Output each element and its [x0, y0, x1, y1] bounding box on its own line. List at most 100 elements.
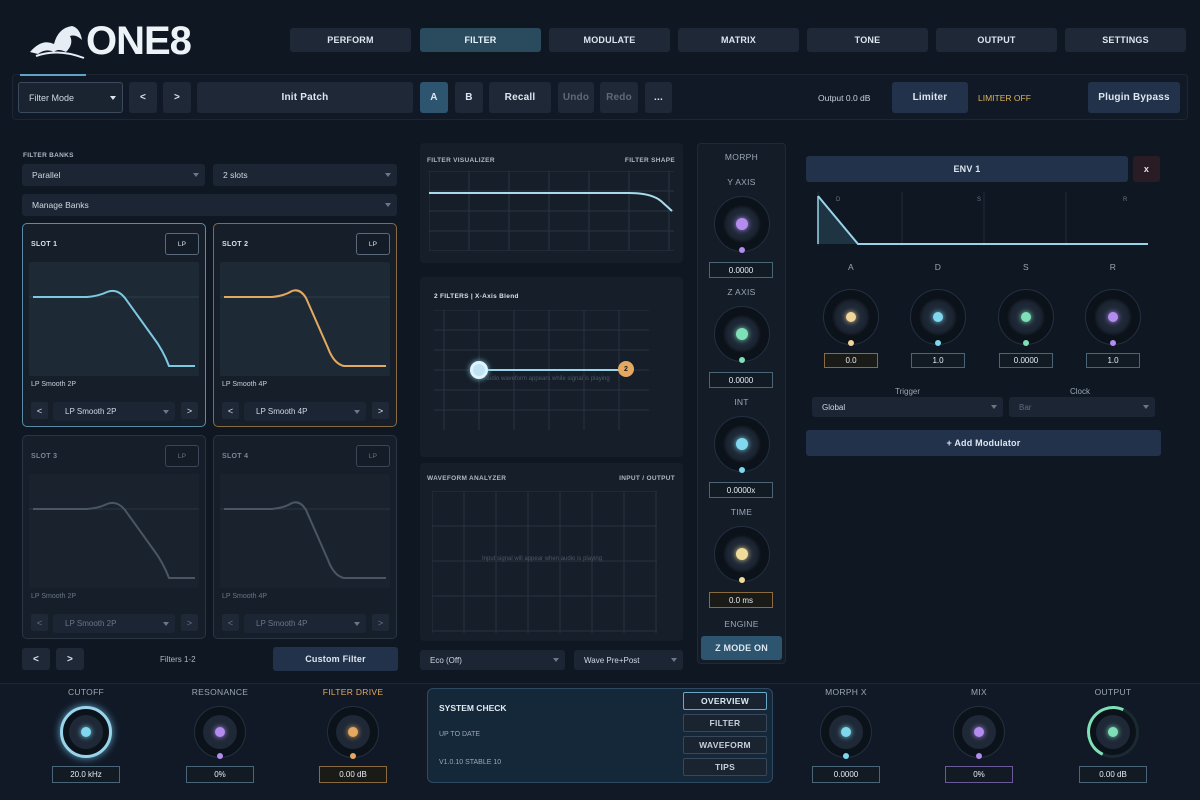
slot-next-button[interactable]: >: [181, 402, 198, 419]
slots-count-select[interactable]: 2 slots: [213, 164, 397, 186]
chevron-down-icon: [385, 173, 391, 177]
patch-name-button[interactable]: Init Patch: [197, 82, 413, 113]
output-value[interactable]: 0.00 dB: [1079, 766, 1147, 783]
output-knob[interactable]: [1079, 698, 1147, 766]
env-sustain-label: S: [1023, 262, 1029, 272]
tab-modulate[interactable]: MODULATE: [549, 28, 670, 52]
filter-slot-4[interactable]: SLOT 4 LP LP Smooth 4P < LP Smooth 4P >: [213, 435, 397, 639]
cutoff-knob[interactable]: [60, 706, 112, 758]
slot-type-button[interactable]: LP: [356, 445, 390, 467]
filter-mode-select[interactable]: Filter Mode: [18, 82, 123, 113]
slot-prev-button[interactable]: <: [222, 614, 239, 631]
tab-matrix[interactable]: MATRIX: [678, 28, 799, 52]
int-value[interactable]: 0.0000x: [709, 482, 773, 498]
bank-prev-button[interactable]: <: [22, 648, 50, 670]
tab-perform[interactable]: PERFORM: [290, 28, 411, 52]
z-axis-knob[interactable]: [714, 306, 770, 363]
ab-b-button[interactable]: B: [455, 82, 483, 113]
env-decay-value[interactable]: 1.0: [911, 353, 965, 368]
resonance-label: RESONANCE: [191, 687, 249, 697]
tab-settings[interactable]: SETTINGS: [1065, 28, 1186, 52]
system-check-title: SYSTEM CHECK: [439, 703, 507, 713]
tab-output[interactable]: OUTPUT: [936, 28, 1057, 52]
env-release-value[interactable]: 1.0: [1086, 353, 1140, 368]
slot-filter-select[interactable]: LP Smooth 2P: [53, 402, 175, 421]
tips-button[interactable]: TIPS: [683, 758, 767, 776]
z-mode-button[interactable]: Z MODE ON: [701, 636, 782, 660]
env-header[interactable]: ENV 1: [806, 156, 1128, 182]
routing-select[interactable]: Parallel: [22, 164, 205, 186]
manage-banks-select[interactable]: Manage Banks: [22, 194, 397, 216]
slot-prev-button[interactable]: <: [31, 402, 48, 419]
filter-slot-1[interactable]: SLOT 1 LP LP Smooth 2P < LP Smooth 2P >: [22, 223, 206, 427]
limiter-button[interactable]: Limiter: [892, 82, 968, 113]
env-sustain-value[interactable]: 0.0000: [999, 353, 1053, 368]
mix-knob[interactable]: [953, 706, 1005, 759]
wave-select[interactable]: Wave Pre+Post: [574, 650, 683, 670]
filter-info-button[interactable]: FILTER: [683, 714, 767, 732]
waveform-hint: Input signal will appear when audio is p…: [482, 556, 603, 562]
env-attack-knob[interactable]: [823, 289, 879, 346]
cutoff-value[interactable]: 20.0 kHz: [52, 766, 120, 783]
time-value[interactable]: 0.0 ms: [709, 592, 773, 608]
patch-next-button[interactable]: >: [163, 82, 191, 113]
slot-type-button[interactable]: LP: [356, 233, 390, 255]
slot-next-button[interactable]: >: [181, 614, 198, 631]
slot-type-button[interactable]: LP: [165, 233, 199, 255]
trigger-label: Trigger: [895, 387, 921, 396]
recall-button[interactable]: Recall: [489, 82, 551, 113]
overview-button[interactable]: OVERVIEW: [683, 692, 767, 710]
mix-value[interactable]: 0%: [945, 766, 1013, 783]
redo-button[interactable]: Redo: [600, 82, 638, 113]
waveform-info-button[interactable]: WAVEFORM: [683, 736, 767, 754]
env-decay-knob[interactable]: [910, 289, 966, 346]
slot-filter-select[interactable]: LP Smooth 4P: [244, 614, 366, 633]
slot-1-curve: [29, 262, 199, 376]
morph-x-knob[interactable]: [820, 706, 872, 759]
env-close-button[interactable]: x: [1133, 156, 1160, 182]
morph-x-value[interactable]: 0.0000: [812, 766, 880, 783]
resonance-knob[interactable]: [194, 706, 246, 759]
output-label: OUTPUT: [1094, 687, 1132, 697]
blend-node-2[interactable]: 2: [618, 361, 634, 377]
custom-filter-button[interactable]: Custom Filter: [273, 647, 398, 671]
slot-2-curve: [220, 262, 390, 376]
y-axis-value[interactable]: 0.0000: [709, 262, 773, 278]
int-knob[interactable]: [714, 416, 770, 473]
z-axis-value[interactable]: 0.0000: [709, 372, 773, 388]
time-knob[interactable]: [714, 526, 770, 583]
slot-next-button[interactable]: >: [372, 614, 389, 631]
slot-type-button[interactable]: LP: [165, 445, 199, 467]
env-attack-value[interactable]: 0.0: [824, 353, 878, 368]
slot-next-button[interactable]: >: [372, 402, 389, 419]
y-axis-knob[interactable]: [714, 196, 770, 253]
env-release-knob[interactable]: [1085, 289, 1141, 346]
tab-filter[interactable]: FILTER: [420, 28, 541, 52]
slot-prev-button[interactable]: <: [222, 402, 239, 419]
output-level: Output 0.0 dB: [818, 93, 871, 103]
resonance-value[interactable]: 0%: [186, 766, 254, 783]
undo-button[interactable]: Undo: [558, 82, 594, 113]
slot-filter-select[interactable]: LP Smooth 2P: [53, 614, 175, 633]
filter-blend-panel[interactable]: 2 FILTERS | X-Axis Blend 2 Audio wavefor…: [420, 277, 683, 457]
filter-slot-2[interactable]: SLOT 2 LP LP Smooth 4P < LP Smooth 4P >: [213, 223, 397, 427]
slot-prev-button[interactable]: <: [31, 614, 48, 631]
bank-next-button[interactable]: >: [56, 648, 84, 670]
visualizer-title: FILTER VISUALIZER: [427, 157, 495, 164]
trigger-select[interactable]: Global: [812, 397, 1003, 417]
eco-select[interactable]: Eco (Off): [420, 650, 565, 670]
patch-prev-button[interactable]: <: [129, 82, 157, 113]
slot-filter-select[interactable]: LP Smooth 4P: [244, 402, 366, 421]
env-marker-s: S: [977, 197, 982, 203]
chevron-down-icon: [193, 173, 199, 177]
add-modulator-button[interactable]: + Add Modulator: [806, 430, 1161, 456]
plugin-bypass-button[interactable]: Plugin Bypass: [1088, 82, 1180, 113]
env-sustain-knob[interactable]: [998, 289, 1054, 346]
more-button[interactable]: ...: [645, 82, 672, 113]
clock-select[interactable]: Bar: [1009, 397, 1155, 417]
filter-slot-3[interactable]: SLOT 3 LP LP Smooth 2P < LP Smooth 2P >: [22, 435, 206, 639]
tab-tone[interactable]: TONE: [807, 28, 928, 52]
ab-a-button[interactable]: A: [420, 82, 448, 113]
filter-drive-value[interactable]: 0.00 dB: [319, 766, 387, 783]
filter-drive-knob[interactable]: [327, 706, 379, 759]
